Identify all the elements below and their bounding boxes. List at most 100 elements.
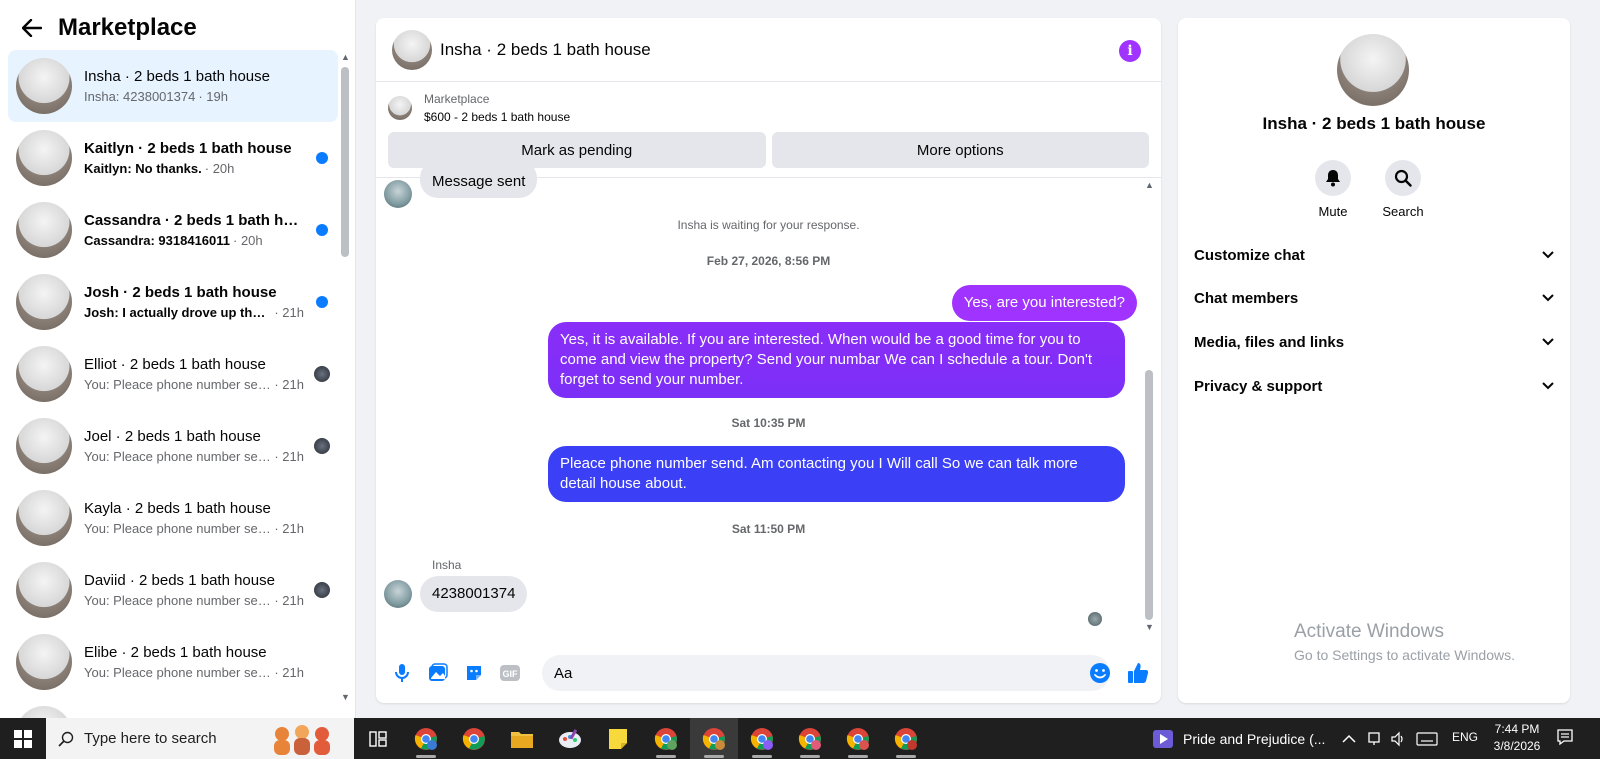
chat-avatar[interactable]: [392, 29, 432, 70]
search-button[interactable]: Search: [1368, 160, 1438, 219]
chrome-icon[interactable]: [450, 718, 498, 759]
section-label: Media, files and links: [1194, 333, 1345, 351]
mute-button[interactable]: Mute: [1298, 160, 1368, 219]
sidebar-scrollbar[interactable]: ▲ ▼: [341, 52, 350, 702]
chrome-profile-5-icon[interactable]: [786, 718, 834, 759]
timestamp: Feb 27, 2026, 8:56 PM: [706, 254, 831, 268]
conversation-preview: Insha: 4238001374: [84, 89, 196, 104]
svg-text:GIF: GIF: [503, 669, 519, 679]
search-icon[interactable]: [1385, 160, 1421, 196]
read-receipt-avatar: [1088, 612, 1102, 626]
scrollbar-thumb[interactable]: [1145, 370, 1153, 620]
emoji-icon[interactable]: [1086, 659, 1114, 687]
message-input[interactable]: [542, 655, 1110, 691]
conversation-preview: You: Pleace phone number send. ...: [84, 665, 272, 680]
conversation-time: · 21h: [274, 521, 304, 536]
chrome-profile-3-icon[interactable]: [690, 718, 738, 759]
clock-time: 7:44 PM: [1494, 722, 1540, 736]
conversation-item-elibe[interactable]: Elibe · 2 beds 1 bath house You: Pleace …: [8, 626, 338, 698]
more-options-button[interactable]: More options: [771, 132, 1149, 168]
sticker-icon[interactable]: [460, 659, 488, 687]
scroll-down-icon[interactable]: ▼: [1145, 622, 1154, 632]
sidebar-header: Marketplace: [0, 0, 355, 56]
file-explorer-icon[interactable]: [498, 718, 546, 759]
thumbs-up-icon[interactable]: [1124, 659, 1152, 687]
bell-icon[interactable]: [1315, 160, 1351, 196]
chrome-profile-6-icon[interactable]: [834, 718, 882, 759]
listing-thumbnail: [16, 562, 72, 618]
conversation-item-daviid[interactable]: Daviid · 2 beds 1 bath house You: Pleace…: [8, 554, 338, 626]
paint-icon[interactable]: [546, 718, 594, 759]
listing-thumbnail: [16, 490, 72, 546]
chat-scrollbar[interactable]: ▲ ▼: [1145, 180, 1154, 632]
details-panel: Insha · 2 beds 1 bath house Mute Search …: [1178, 18, 1570, 703]
conversation-list: Insha · 2 beds 1 bath house Insha: 42380…: [8, 50, 338, 718]
conversation-time: · 21h: [274, 305, 304, 320]
scroll-up-icon[interactable]: ▲: [1145, 180, 1154, 190]
conversation-item-joel[interactable]: Joel · 2 beds 1 bath house You: Pleace p…: [8, 410, 338, 482]
media-player-widget[interactable]: Pride and Prejudice (...: [1153, 718, 1325, 759]
conversation-name: Kayla · 2 beds 1 bath house: [84, 500, 271, 517]
info-icon[interactable]: i: [1119, 40, 1141, 62]
conversation-name: Daviid · 2 beds 1 bath house: [84, 572, 275, 589]
chevron-down-icon: [1542, 251, 1554, 259]
conversation-item-josh[interactable]: Josh · 2 beds 1 bath house Josh: I actua…: [8, 266, 338, 338]
conversation-item-insha[interactable]: Insha · 2 beds 1 bath house Insha: 42380…: [8, 50, 338, 122]
conversation-item-partial[interactable]: [8, 698, 338, 718]
video-play-icon: [1153, 729, 1173, 748]
taskbar-search-placeholder: Type here to search: [84, 730, 217, 747]
media-files-links-section[interactable]: Media, files and links: [1194, 320, 1554, 364]
sender-name: Insha: [432, 558, 462, 572]
conversation-name: Elibe · 2 beds 1 bath house: [84, 644, 267, 661]
message-bubble-sent: Yes, it is available. If you are interes…: [548, 322, 1125, 398]
conversation-time: · 20h: [233, 233, 263, 248]
conversation-item-kaitlyn[interactable]: Kaitlyn · 2 beds 1 bath house Kaitlyn: N…: [8, 122, 338, 194]
task-view-icon[interactable]: [354, 718, 402, 759]
notification-center-icon[interactable]: [1556, 728, 1574, 751]
scroll-down-icon[interactable]: ▼: [341, 692, 350, 702]
listing-thumbnail: [16, 634, 72, 690]
media-title: Pride and Prejudice (...: [1183, 730, 1326, 747]
photo-icon[interactable]: [424, 659, 452, 687]
keyboard-icon[interactable]: [1416, 731, 1438, 746]
unread-dot-icon: [316, 224, 328, 236]
conversation-item-kayla[interactable]: Kayla · 2 beds 1 bath house You: Pleace …: [8, 482, 338, 554]
listing-price[interactable]: $600 - 2 beds 1 bath house: [424, 110, 570, 124]
windows-start-icon[interactable]: [0, 718, 46, 759]
chrome-profile-icon[interactable]: [402, 718, 450, 759]
conversation-preview: You: Pleace phone number sen...: [84, 377, 272, 392]
conversation-sidebar: Marketplace Insha · 2 beds 1 bath house …: [0, 0, 356, 718]
customize-chat-section[interactable]: Customize chat: [1194, 233, 1554, 277]
chrome-profile-2-icon[interactable]: [642, 718, 690, 759]
chat-members-section[interactable]: Chat members: [1194, 276, 1554, 320]
conversation-time: · 21h: [274, 665, 304, 680]
taskbar-search-box[interactable]: Type here to search: [46, 718, 354, 759]
chevron-up-icon[interactable]: [1342, 734, 1356, 744]
chat-title[interactable]: Insha · 2 beds 1 bath house: [440, 40, 651, 60]
listing-thumbnail[interactable]: [388, 96, 412, 120]
system-clock[interactable]: 7:44 PM 3/8/2026: [1486, 721, 1548, 755]
network-icon[interactable]: [1366, 731, 1382, 747]
search-highlight-illustration-icon: [274, 725, 330, 755]
scroll-up-icon[interactable]: ▲: [341, 52, 350, 62]
section-label: Privacy & support: [1194, 377, 1323, 395]
timestamp: Sat 10:35 PM: [731, 416, 806, 430]
microphone-icon[interactable]: [388, 659, 416, 687]
input-language[interactable]: ENG: [1452, 730, 1478, 744]
conversation-preview: Cassandra: 9318416011: [84, 233, 231, 248]
volume-icon[interactable]: [1390, 731, 1406, 747]
conversation-item-cassandra[interactable]: Cassandra · 2 beds 1 bath house Cassandr…: [8, 194, 338, 266]
sticky-notes-icon[interactable]: [594, 718, 642, 759]
chrome-profile-4-icon[interactable]: [738, 718, 786, 759]
back-arrow-icon[interactable]: [20, 16, 44, 40]
conversation-item-elliot[interactable]: Elliot · 2 beds 1 bath house You: Pleace…: [8, 338, 338, 410]
conversation-time: · 21h: [274, 593, 304, 608]
profile-avatar[interactable]: [1337, 34, 1409, 106]
chrome-profile-7-icon[interactable]: [882, 718, 930, 759]
scrollbar-thumb[interactable]: [341, 67, 349, 257]
gif-icon[interactable]: GIF: [496, 659, 524, 687]
message-bubble-sent: Pleace phone number send. Am contacting …: [548, 446, 1125, 502]
listing-thumbnail: [16, 706, 72, 718]
privacy-support-section[interactable]: Privacy & support: [1194, 364, 1554, 408]
system-tray: [1342, 718, 1438, 759]
